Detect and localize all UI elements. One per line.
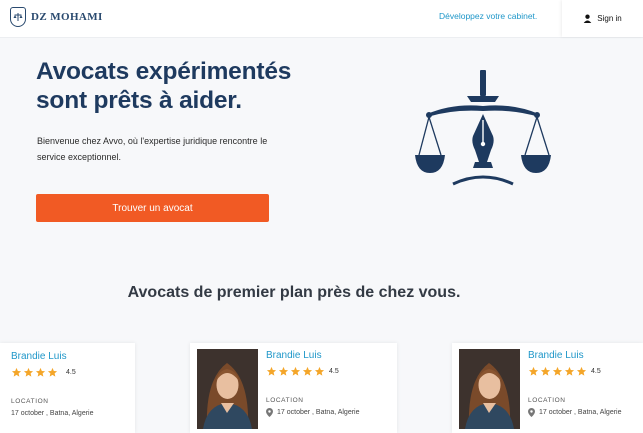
star-icon xyxy=(314,366,325,376)
hero-title-line-2: sont prêts à aider. xyxy=(36,87,242,114)
location: 17 october , Batna, Algerie xyxy=(11,410,94,417)
hero-title: Avocats expérimentés sont prêts à aider. xyxy=(36,57,291,115)
sign-in-button[interactable]: Sign in xyxy=(562,0,643,37)
rating-value: 4.5 xyxy=(329,368,339,375)
location-label: LOCATION xyxy=(11,398,49,405)
star-rating xyxy=(11,367,59,378)
star-icon xyxy=(266,366,277,376)
location-text: 17 october , Batna, Algerie xyxy=(277,409,360,416)
section-title: Avocats de premier plan près de chez vou… xyxy=(127,284,461,301)
logo[interactable]: DZ MOHAMI xyxy=(10,7,103,27)
star-icon xyxy=(552,366,563,376)
location-pin-icon xyxy=(528,408,535,417)
lawyer-photo xyxy=(459,349,520,429)
star-icon xyxy=(278,366,289,376)
star-icon xyxy=(564,366,575,376)
scales-of-justice-icon xyxy=(415,70,551,186)
location-text: 17 october , Batna, Algerie xyxy=(11,410,94,417)
lawyer-name[interactable]: Brandie Luis xyxy=(266,350,322,361)
hero-subtitle: Bienvenue chez Avvo, où l'expertise juri… xyxy=(37,136,268,162)
star-icon xyxy=(576,366,587,376)
star-icon xyxy=(302,366,313,376)
find-lawyer-button[interactable]: Trouver un avocat xyxy=(36,194,269,222)
star-icon xyxy=(47,367,58,377)
header: DZ MOHAMI Développez votre cabinet. Sign… xyxy=(0,0,643,38)
star-icon xyxy=(23,367,34,377)
logo-text: DZ MOHAMI xyxy=(31,11,103,23)
star-icon xyxy=(11,367,22,377)
lawyer-name[interactable]: Brandie Luis xyxy=(11,351,67,362)
location-text: 17 october , Batna, Algerie xyxy=(539,409,622,416)
lawyer-photo xyxy=(197,349,258,429)
user-icon xyxy=(583,14,592,23)
rating-value: 4.5 xyxy=(591,368,601,375)
location-label: LOCATION xyxy=(528,397,566,404)
rating-value: 4.5 xyxy=(66,369,76,376)
sign-in-label: Sign in xyxy=(597,14,622,23)
logo-shield-icon xyxy=(10,7,26,27)
location-label: LOCATION xyxy=(266,397,304,404)
location-pin-icon xyxy=(266,408,273,417)
lawyer-name[interactable]: Brandie Luis xyxy=(528,350,584,361)
location: 17 october , Batna, Algerie xyxy=(528,408,622,417)
star-icon xyxy=(35,367,46,377)
develop-practice-link[interactable]: Développez votre cabinet. xyxy=(439,11,537,21)
star-rating xyxy=(266,366,326,377)
star-icon xyxy=(528,366,539,376)
star-icon xyxy=(290,366,301,376)
star-rating xyxy=(528,366,588,377)
hero-title-line-1: Avocats expérimentés xyxy=(36,58,292,85)
location: 17 october , Batna, Algerie xyxy=(266,408,360,417)
star-icon xyxy=(540,366,551,376)
